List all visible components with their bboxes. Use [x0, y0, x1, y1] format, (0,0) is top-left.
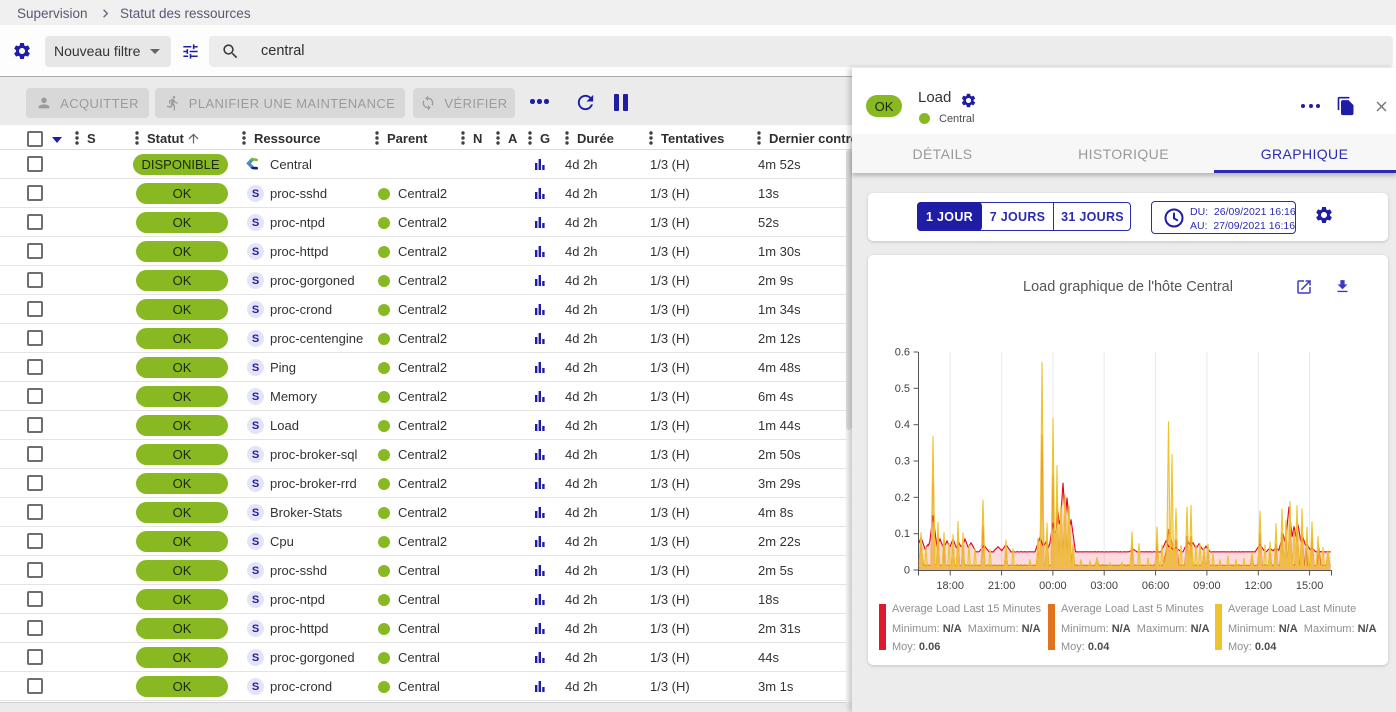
svg-text:0.1: 0.1	[895, 528, 910, 540]
svg-text:21:00: 21:00	[988, 580, 1016, 592]
svg-text:0.4: 0.4	[895, 419, 910, 431]
svg-text:0.5: 0.5	[895, 383, 910, 395]
svg-text:09:00: 09:00	[1193, 580, 1221, 592]
svg-text:0.6: 0.6	[895, 347, 910, 359]
svg-text:06:00: 06:00	[1142, 580, 1170, 592]
svg-text:15:00: 15:00	[1296, 580, 1324, 592]
svg-text:0.3: 0.3	[895, 456, 910, 468]
svg-text:0: 0	[904, 565, 910, 577]
svg-text:00:00: 00:00	[1039, 580, 1067, 592]
svg-text:12:00: 12:00	[1245, 580, 1273, 592]
svg-text:0.2: 0.2	[895, 492, 910, 504]
svg-text:18:00: 18:00	[936, 580, 964, 592]
svg-text:03:00: 03:00	[1090, 580, 1118, 592]
